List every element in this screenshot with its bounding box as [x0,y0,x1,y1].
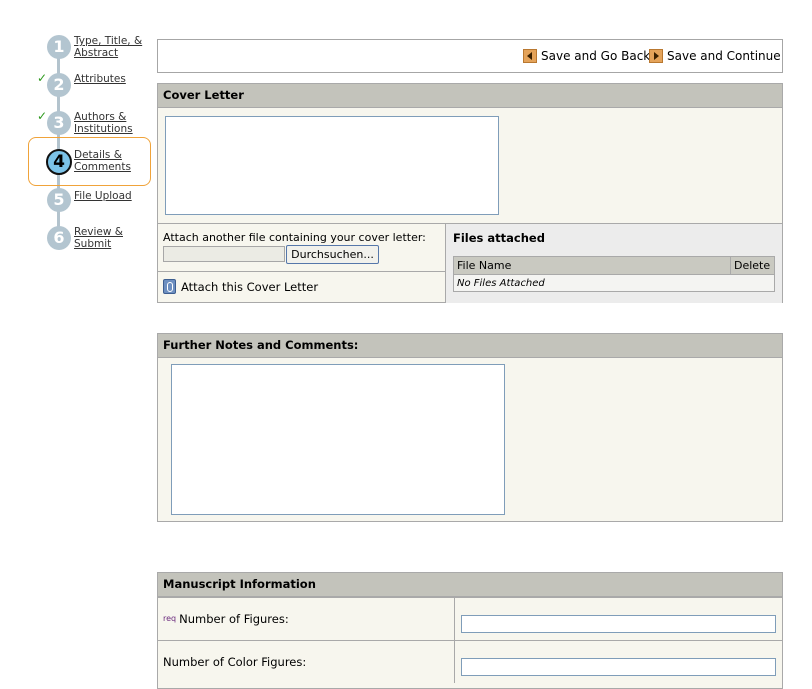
step-number-1: 1 [47,35,71,59]
files-attached-title: Files attached [453,231,545,245]
step-number-3: 3 [47,111,71,135]
arrow-left-icon [523,49,537,63]
cover-letter-title: Cover Letter [158,84,782,108]
step-label-5[interactable]: File Upload [74,190,144,202]
step-label-1[interactable]: Type, Title, & Abstract [74,35,144,59]
file-path-input[interactable] [163,246,285,262]
num-figures-label: reqNumber of Figures: [158,598,455,640]
checkmark-icon: ✓ [37,109,47,123]
step-6[interactable]: 6 Review & Submit [0,226,155,260]
cover-letter-panel: Cover Letter Attach another file contain… [157,83,783,303]
manuscript-info-title: Manuscript Information [158,573,782,597]
divider [158,271,445,272]
browse-button[interactable]: Durchsuchen... [286,245,379,264]
step-label-2[interactable]: Attributes [74,73,144,85]
attach-file-label: Attach another file containing your cove… [163,231,426,244]
step-label-4[interactable]: Details & Comments [74,149,144,173]
step-navigation: 1 Type, Title, & Abstract ✓ 2 Attributes… [0,0,155,260]
no-files-message: No Files Attached [454,275,775,292]
num-figures-row: reqNumber of Figures: [158,597,782,640]
files-table: File Name Delete No Files Attached [453,256,775,292]
step-2[interactable]: ✓ 2 Attributes [0,73,155,107]
col-file-name: File Name [454,257,731,275]
required-marker: req [163,614,176,623]
save-and-go-back-button[interactable]: Save and Go Back [523,48,650,64]
save-back-label: Save and Go Back [541,49,650,63]
step-4[interactable]: 4 Details & Comments [0,149,155,183]
notes-title: Further Notes and Comments: [158,334,782,358]
cover-letter-attach-row: Attach another file containing your cove… [158,223,782,303]
num-figures-text: Number of Figures: [179,612,289,626]
save-continue-label: Save and Continue [667,49,781,63]
step-label-6[interactable]: Review & Submit [74,226,144,250]
attach-cover-letter-label: Attach this Cover Letter [181,280,318,294]
paperclip-icon [163,279,176,294]
attach-section: Attach another file containing your cove… [158,224,446,303]
step-label-3[interactable]: Authors & Institutions [74,111,144,135]
col-delete: Delete [731,257,775,275]
num-figures-input[interactable] [461,615,776,633]
step-1[interactable]: 1 Type, Title, & Abstract [0,35,155,69]
checkmark-icon: ✓ [37,71,47,85]
step-5[interactable]: 5 File Upload [0,188,155,222]
num-color-figures-row: Number of Color Figures: [158,640,782,683]
notes-panel: Further Notes and Comments: [157,333,783,522]
save-and-continue-button[interactable]: Save and Continue [649,48,781,64]
attach-cover-letter-button[interactable]: Attach this Cover Letter [163,279,318,294]
notes-textarea[interactable] [171,364,505,515]
arrow-right-icon [649,49,663,63]
manuscript-info-panel: Manuscript Information reqNumber of Figu… [157,572,783,689]
num-color-figures-input[interactable] [461,658,776,676]
step-number-5: 5 [47,188,71,212]
step-number-2: 2 [47,73,71,97]
num-color-figures-label: Number of Color Figures: [158,641,455,683]
cover-letter-textarea[interactable] [165,116,499,215]
step-number-6: 6 [47,226,71,250]
step-number-4: 4 [46,149,72,175]
action-bar: Save and Go Back Save and Continue [157,39,783,73]
files-attached-section: Files attached File Name Delete No Files… [446,224,782,303]
